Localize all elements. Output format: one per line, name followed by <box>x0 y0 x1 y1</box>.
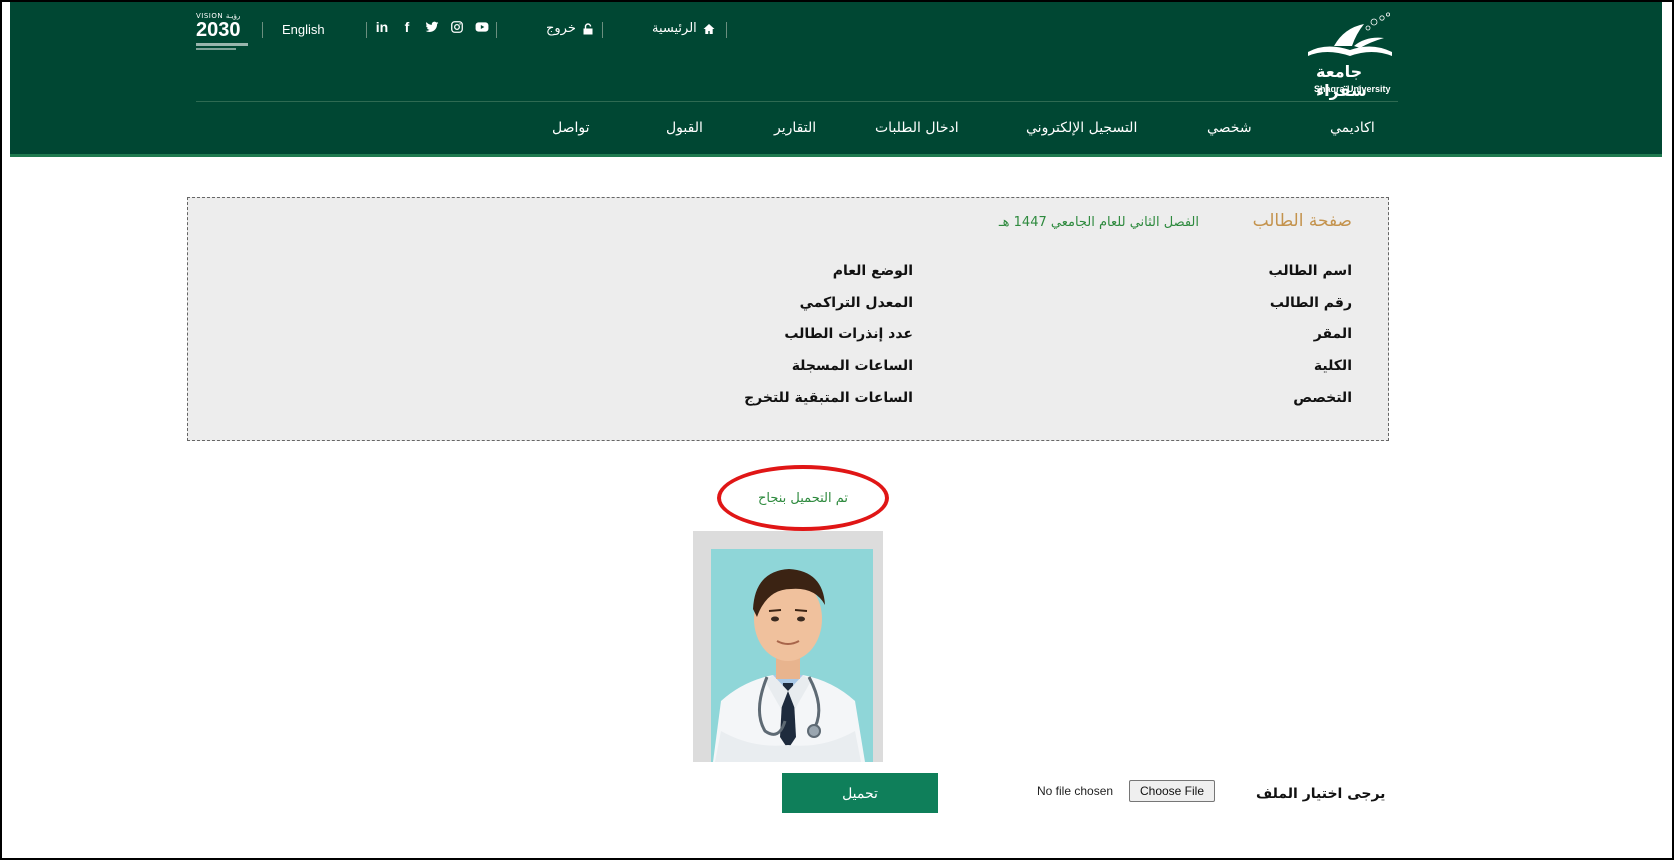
instagram-icon[interactable] <box>449 18 465 36</box>
no-file-text: No file chosen <box>1037 784 1114 798</box>
nav-e-registration[interactable]: التسجيل الإلكتروني <box>1026 120 1137 136</box>
vision-subline-2 <box>196 48 236 50</box>
home-link[interactable]: الرئيسية <box>652 21 715 36</box>
warnings-count-label: عدد إنذرات الطالب <box>784 326 913 342</box>
file-select-label: يرجى اختيار الملف <box>1256 786 1386 802</box>
divider <box>496 22 497 38</box>
student-info-panel: صفحة الطالب الفصل الثاني للعام الجامعي 1… <box>187 197 1389 441</box>
upload-button[interactable]: تحميل <box>782 773 938 813</box>
logo-english-text: Shaqra University <box>1314 84 1391 94</box>
general-status-label: الوضع العام <box>832 263 913 279</box>
student-name-label: اسم الطالب <box>1268 263 1352 279</box>
site-header: VISION رؤيـة 2030 English in f خروج الرئ… <box>10 2 1662 157</box>
social-links: in f <box>374 18 490 36</box>
top-bar: VISION رؤيـة 2030 English in f خروج الرئ… <box>196 12 1398 102</box>
nav-academic[interactable]: اكاديمي <box>1330 120 1375 136</box>
college-label: الكلية <box>1313 358 1352 374</box>
gpa-label: المعدل التراكمي <box>799 295 913 311</box>
success-message: تم التحميل بنجاح <box>758 490 848 506</box>
unlock-icon <box>582 22 594 35</box>
vision-subline <box>196 43 248 46</box>
divider <box>262 22 263 38</box>
home-label: الرئيسية <box>652 21 697 36</box>
home-icon <box>703 23 715 35</box>
header-divider <box>196 101 1398 102</box>
doctor-avatar-image <box>693 531 883 762</box>
logout-link[interactable]: خروج <box>546 21 594 36</box>
divider <box>366 22 367 38</box>
facebook-icon[interactable]: f <box>399 18 415 36</box>
nav-contact[interactable]: تواصل <box>552 120 590 136</box>
remaining-hours-label: الساعات المتبقية للتخرج <box>744 390 913 406</box>
student-number-label: رقم الطالب <box>1269 295 1352 311</box>
logout-label: خروج <box>546 21 576 36</box>
twitter-icon[interactable] <box>424 18 440 36</box>
vision-main-text: 2030 <box>196 19 241 41</box>
nav-requests[interactable]: ادخال الطلبات <box>875 120 959 136</box>
success-message-highlight: تم التحميل بنجاح <box>717 465 889 531</box>
university-logo[interactable]: جامعة شقراء Shaqra University <box>1294 12 1399 100</box>
student-photo <box>693 531 883 762</box>
youtube-icon[interactable] <box>474 18 490 36</box>
major-label: التخصص <box>1293 390 1352 406</box>
campus-label: المقر <box>1313 326 1352 342</box>
choose-file-button[interactable]: Choose File <box>1129 780 1215 802</box>
book-logo-icon <box>1308 12 1392 56</box>
nav-reports[interactable]: التقارير <box>774 120 816 136</box>
linkedin-icon[interactable]: in <box>374 18 390 36</box>
registered-hours-label: الساعات المسجلة <box>791 358 913 374</box>
page-title: صفحة الطالب <box>1252 211 1352 231</box>
divider <box>726 22 727 38</box>
nav-admission[interactable]: القبول <box>666 120 703 136</box>
nav-personal[interactable]: شخصي <box>1207 120 1252 136</box>
vision-2030-logo[interactable]: VISION رؤيـة 2030 <box>196 12 254 52</box>
language-link[interactable]: English <box>282 22 325 37</box>
semester-label: الفصل الثاني للعام الجامعي 1447 هـ <box>998 215 1199 230</box>
divider <box>602 22 603 38</box>
logo-arabic-text: جامعة شقراء <box>1316 62 1367 100</box>
